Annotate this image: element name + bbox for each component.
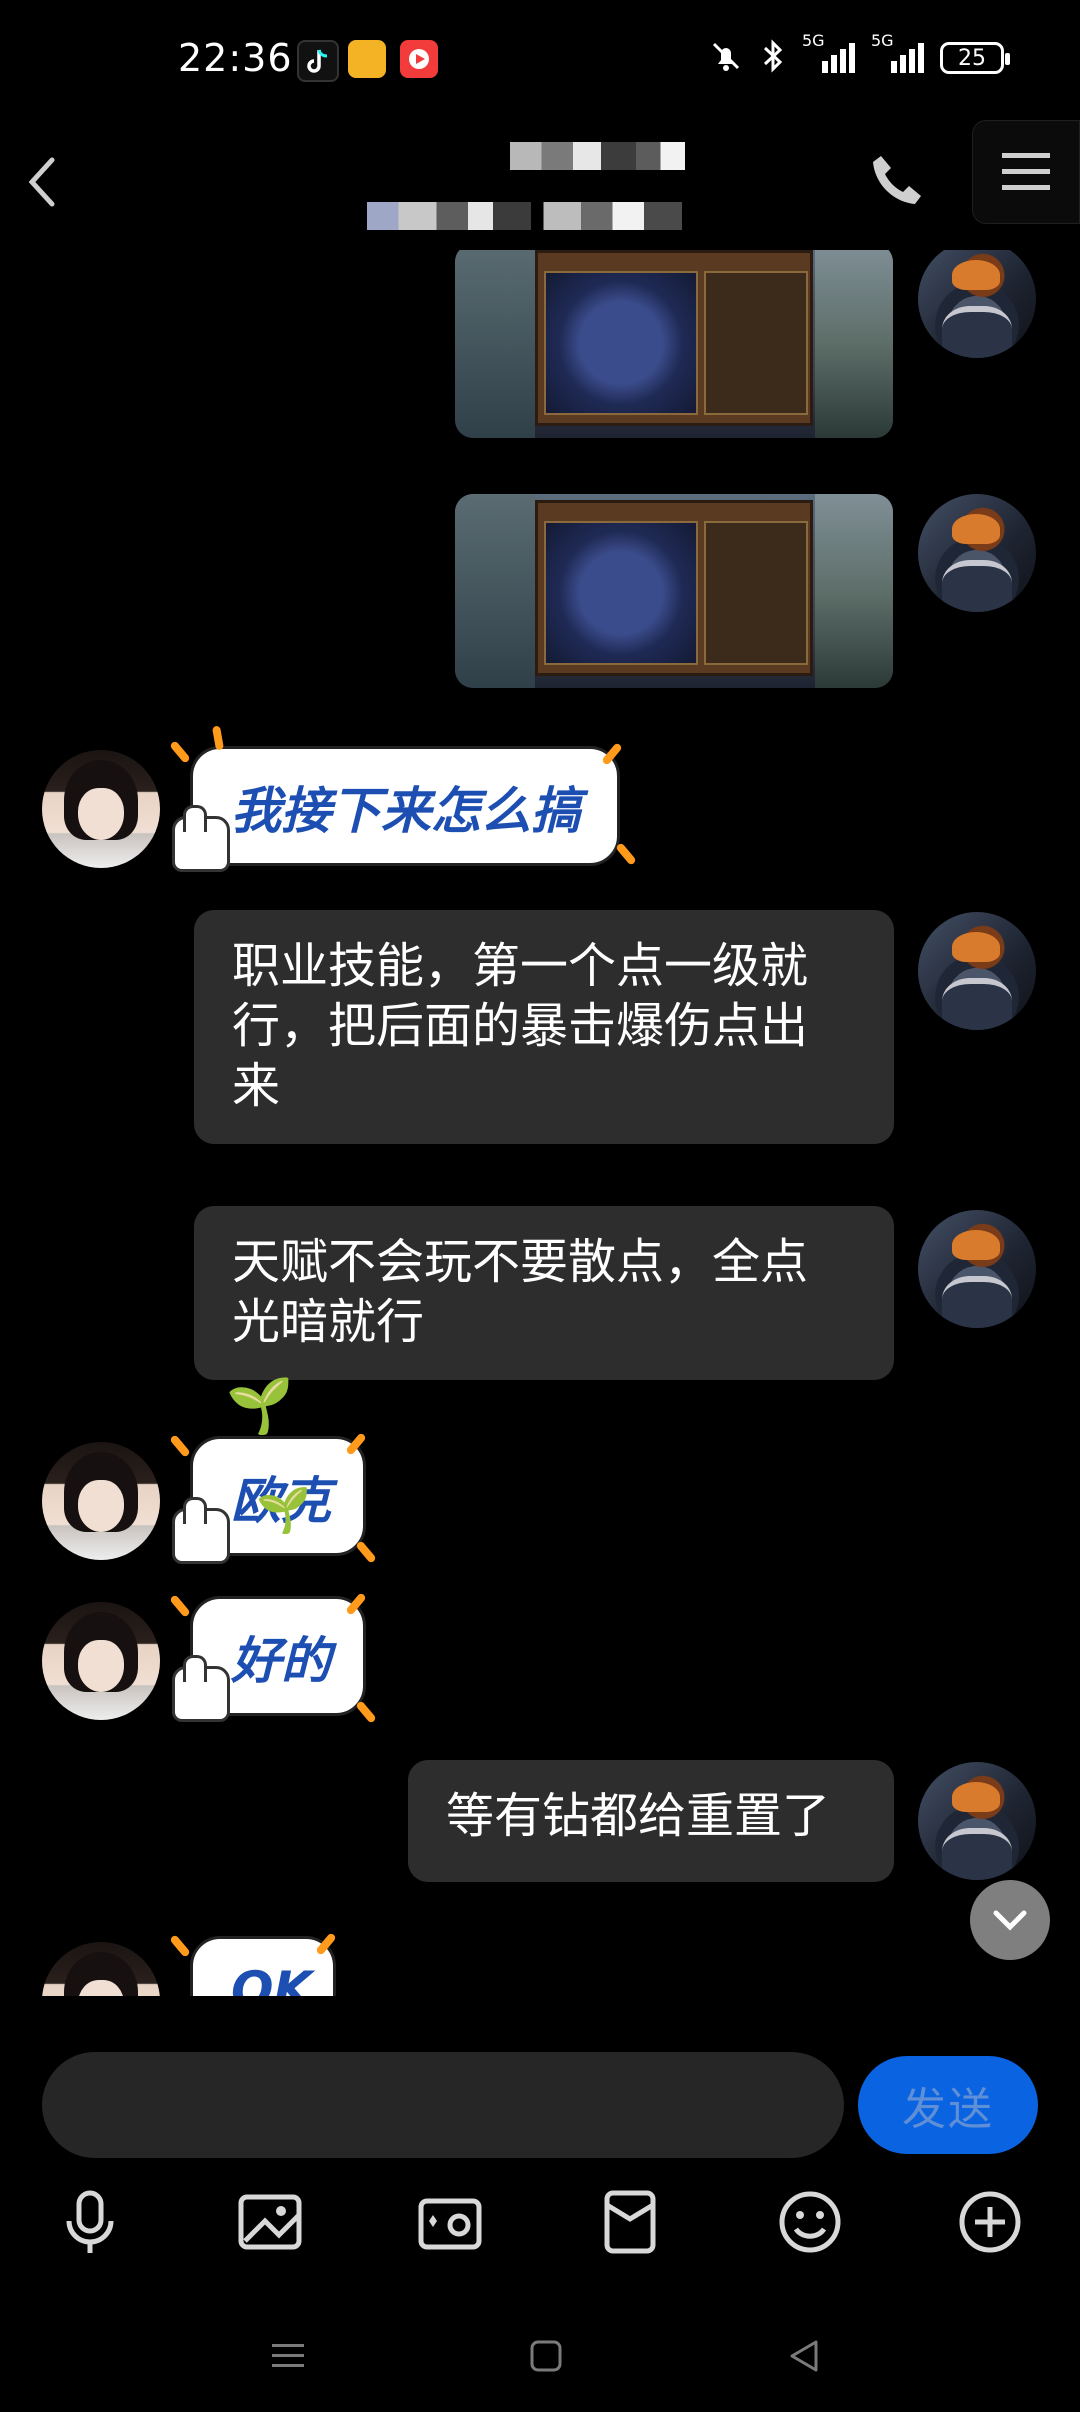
sprout-decoration: 🌱 bbox=[256, 1485, 311, 1536]
chat-header bbox=[0, 120, 1080, 250]
text-message[interactable]: 天赋不会玩不要散点，全点 光暗就行 bbox=[194, 1206, 894, 1380]
menu-icon bbox=[272, 2344, 304, 2367]
red-packet-icon bbox=[604, 2190, 656, 2254]
chat-screen: 22:36 5G 5G 25 我接下来怎么搞 职业技能，第一个点一级就 行，把后… bbox=[0, 0, 1080, 2412]
sticker-text: OK bbox=[231, 1961, 313, 1996]
avatar-other[interactable] bbox=[42, 1442, 160, 1560]
message-text: 职业技能，第一个点一级就 行，把后面的暴击爆伤点出 来 bbox=[232, 938, 809, 1114]
message-list[interactable]: 我接下来怎么搞 职业技能，第一个点一级就 行，把后面的暴击爆伤点出 来 天赋不会… bbox=[0, 250, 1080, 1996]
network-label: 5G bbox=[802, 31, 825, 50]
back-nav-button[interactable] bbox=[774, 2326, 834, 2386]
plus-icon bbox=[959, 2191, 1021, 2253]
message-text: 天赋不会玩不要散点，全点 光暗就行 bbox=[232, 1234, 809, 1350]
network-label: 5G bbox=[871, 31, 894, 50]
message-input[interactable] bbox=[42, 2052, 844, 2158]
image-message[interactable] bbox=[455, 494, 893, 688]
photo-button[interactable] bbox=[230, 2182, 310, 2262]
signal-icon: 5G bbox=[802, 31, 855, 73]
phone-icon bbox=[873, 156, 921, 204]
sticker-text: 好的 bbox=[231, 1632, 331, 1690]
chat-toolbar bbox=[0, 2170, 1080, 2270]
text-message[interactable]: 等有钻都给重置了 bbox=[408, 1760, 894, 1882]
avatar-self[interactable] bbox=[918, 1210, 1036, 1328]
image-message[interactable] bbox=[455, 250, 893, 438]
status-time: 22:36 bbox=[178, 36, 293, 80]
contact-name-redacted bbox=[510, 142, 685, 170]
call-button[interactable] bbox=[860, 138, 930, 218]
avatar-self[interactable] bbox=[918, 250, 1036, 358]
video-app-icon bbox=[400, 40, 438, 78]
home-button[interactable] bbox=[516, 2326, 576, 2386]
scroll-to-bottom-button[interactable] bbox=[970, 1880, 1050, 1960]
sticker-text: 我接下来怎么搞 bbox=[231, 782, 581, 840]
avatar-other[interactable] bbox=[42, 1942, 160, 1996]
voice-button[interactable] bbox=[50, 2182, 130, 2262]
back-button[interactable] bbox=[12, 142, 72, 222]
fist-decoration bbox=[172, 805, 230, 872]
input-bar: 发送 bbox=[0, 2050, 1080, 2160]
text-message[interactable]: 职业技能，第一个点一级就 行，把后面的暴击爆伤点出 来 bbox=[194, 910, 894, 1144]
game-app-icon bbox=[348, 40, 386, 78]
status-bar: 22:36 5G 5G 25 bbox=[0, 0, 1080, 120]
menu-button[interactable] bbox=[972, 120, 1080, 224]
bluetooth-icon bbox=[760, 38, 786, 78]
sticker-message[interactable]: OK bbox=[190, 1936, 336, 1996]
square-icon bbox=[530, 2340, 562, 2372]
battery-indicator: 25 bbox=[940, 42, 1010, 74]
back-icon bbox=[28, 157, 55, 207]
signal-icon: 5G bbox=[871, 31, 924, 73]
system-nav-bar bbox=[0, 2300, 1080, 2412]
contact-status-redacted bbox=[367, 202, 682, 230]
tiktok-icon bbox=[297, 40, 339, 82]
avatar-self[interactable] bbox=[918, 1762, 1036, 1880]
camera-button[interactable] bbox=[410, 2182, 490, 2262]
status-indicators: 5G 5G 25 bbox=[708, 31, 1010, 78]
chevron-down-icon bbox=[993, 1910, 1027, 1931]
menu-icon bbox=[1002, 153, 1050, 190]
image-icon bbox=[238, 2194, 302, 2250]
fist-decoration bbox=[172, 1655, 230, 1722]
fist-decoration bbox=[172, 1497, 230, 1564]
microphone-icon bbox=[66, 2190, 114, 2253]
triangle-back-icon bbox=[790, 2340, 818, 2372]
emoji-icon bbox=[779, 2191, 841, 2253]
recents-button[interactable] bbox=[258, 2326, 318, 2386]
send-button[interactable]: 发送 bbox=[858, 2056, 1038, 2154]
sprout-decoration: 🌱 bbox=[226, 1374, 294, 1437]
avatar-self[interactable] bbox=[918, 494, 1036, 612]
sticker-message[interactable]: 我接下来怎么搞 bbox=[190, 746, 620, 866]
battery-level: 25 bbox=[958, 45, 986, 71]
avatar-other[interactable] bbox=[42, 750, 160, 868]
red-packet-button[interactable] bbox=[590, 2182, 670, 2262]
camera-icon bbox=[418, 2198, 482, 2250]
more-button[interactable] bbox=[950, 2182, 1030, 2262]
mute-icon bbox=[708, 38, 744, 78]
message-text: 等有钻都给重置了 bbox=[446, 1788, 831, 1844]
emoji-button[interactable] bbox=[770, 2182, 850, 2262]
avatar-self[interactable] bbox=[918, 912, 1036, 1030]
avatar-other[interactable] bbox=[42, 1602, 160, 1720]
